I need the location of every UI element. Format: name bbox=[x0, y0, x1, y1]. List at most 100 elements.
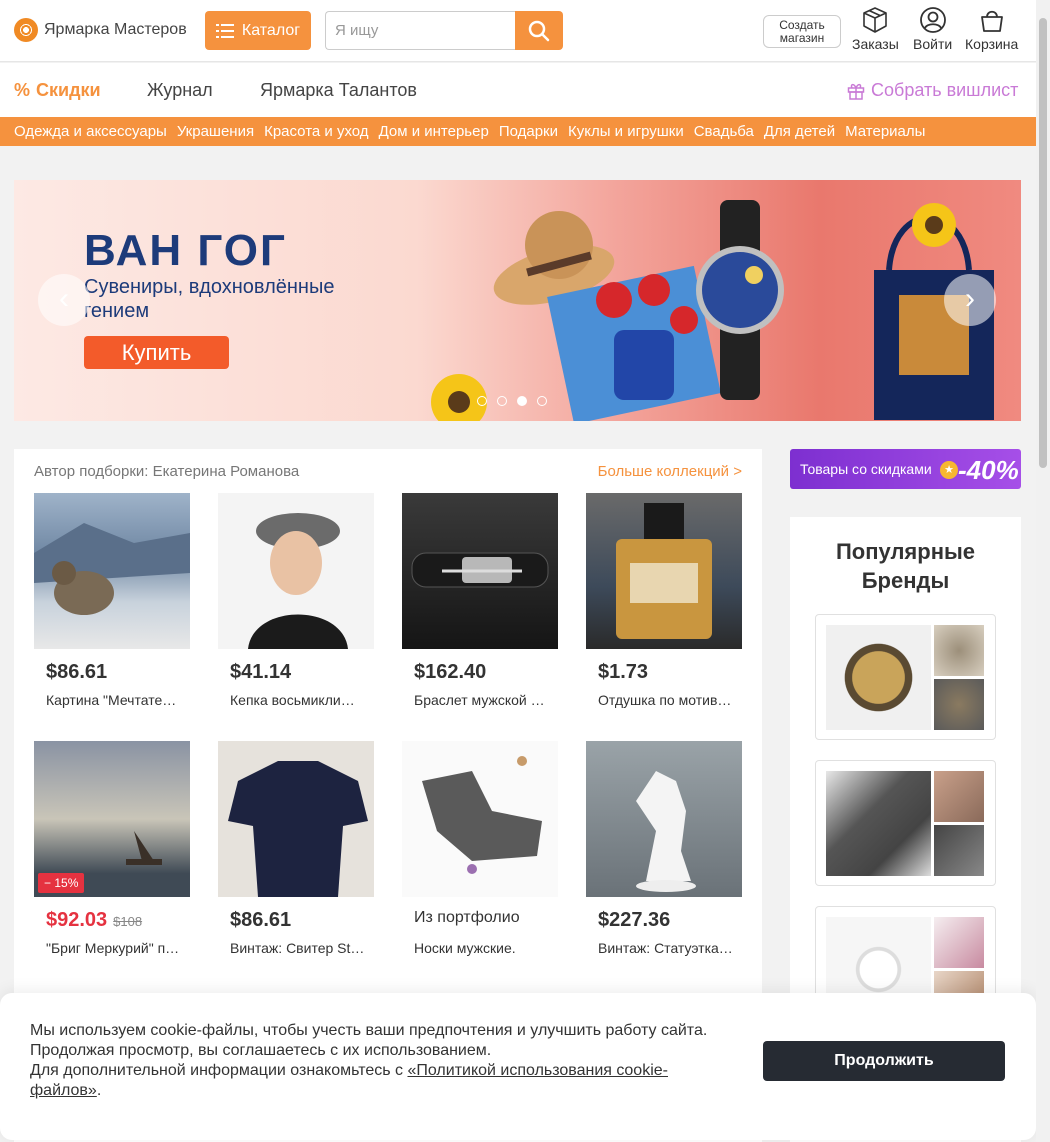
brand-image bbox=[826, 625, 931, 730]
brand-image bbox=[826, 771, 931, 876]
product-card[interactable]: Из портфолио Носки мужские. bbox=[402, 741, 558, 956]
product-card[interactable]: $41.14 Кепка восьмикли… bbox=[218, 493, 374, 708]
logo[interactable]: Ярмарка Мастеров bbox=[14, 18, 187, 42]
cookie-continue-button[interactable]: Продолжить bbox=[763, 1041, 1005, 1081]
banner-next-button[interactable]: › bbox=[944, 274, 996, 326]
nav-sale[interactable]: % Скидки bbox=[14, 80, 101, 101]
category-bar: Одежда и аксессуары Украшения Красота и … bbox=[0, 117, 1036, 146]
product-title[interactable]: Отдушка по мотив… bbox=[598, 692, 738, 708]
nav-sale-label: Скидки bbox=[36, 80, 101, 100]
main-nav: % Скидки Журнал Ярмарка Талантов Собрать… bbox=[0, 63, 1050, 117]
category-materials[interactable]: Материалы bbox=[845, 123, 925, 140]
product-image bbox=[218, 741, 374, 897]
login-label: Войти bbox=[913, 36, 953, 52]
brand-card[interactable] bbox=[815, 760, 996, 886]
catalog-button[interactable]: Каталог bbox=[205, 11, 311, 50]
product-title[interactable]: Кепка восьмикли… bbox=[230, 692, 370, 708]
sale-price: $92.03 bbox=[46, 909, 108, 931]
product-image bbox=[402, 741, 558, 897]
product-image: − 15% bbox=[34, 741, 190, 897]
scrollbar[interactable] bbox=[1036, 0, 1050, 1142]
cookie-banner: Мы используем cookie-файлы, чтобы учесть… bbox=[0, 993, 1036, 1140]
product-card[interactable]: $227.36 Винтаж: Статуэтка… bbox=[586, 741, 742, 956]
scrollbar-thumb[interactable] bbox=[1039, 18, 1047, 468]
nav-talents[interactable]: Ярмарка Талантов bbox=[260, 80, 417, 101]
product-price: $41.14 bbox=[230, 661, 292, 683]
brand-card[interactable] bbox=[815, 614, 996, 740]
category-kids[interactable]: Для детей bbox=[764, 123, 835, 140]
star-icon: ★ bbox=[940, 461, 958, 479]
banner-pagination bbox=[477, 396, 547, 406]
catalog-label: Каталог bbox=[241, 21, 301, 39]
logo-icon bbox=[14, 18, 38, 42]
search-bar bbox=[325, 11, 563, 50]
banner-dot[interactable] bbox=[497, 396, 507, 406]
site-header: Ярмарка Мастеров Каталог Создать магазин… bbox=[0, 0, 1050, 62]
discount-badge: − 15% bbox=[38, 873, 85, 893]
nav-journal[interactable]: Журнал bbox=[147, 80, 213, 101]
banner-dot-active[interactable] bbox=[517, 396, 527, 406]
category-gifts[interactable]: Подарки bbox=[499, 123, 558, 140]
wishlist-label: Собрать вишлист bbox=[871, 80, 1019, 100]
product-title[interactable]: Винтаж: Статуэтка… bbox=[598, 940, 738, 956]
orders-link[interactable]: Заказы bbox=[852, 6, 899, 52]
product-price: $86.61 bbox=[46, 661, 108, 683]
wishlist-link[interactable]: Собрать вишлист bbox=[847, 80, 1018, 101]
product-price: $162.40 bbox=[414, 661, 487, 683]
product-price: $92.03 $108 bbox=[46, 909, 142, 932]
product-card[interactable]: $86.61 Винтаж: Свитер St… bbox=[218, 741, 374, 956]
category-dolls[interactable]: Куклы и игрушки bbox=[568, 123, 684, 140]
category-beauty[interactable]: Красота и уход bbox=[264, 123, 368, 140]
user-icon bbox=[919, 7, 946, 33]
product-price: $1.73 bbox=[598, 661, 649, 683]
login-link[interactable]: Войти bbox=[913, 6, 952, 52]
product-title[interactable]: Винтаж: Свитер St… bbox=[230, 940, 370, 956]
cookie-text: Мы используем cookie-файлы, чтобы учесть… bbox=[30, 1022, 708, 1099]
more-collections-link[interactable]: Больше коллекций > bbox=[598, 463, 742, 480]
category-home[interactable]: Дом и интерьер bbox=[379, 123, 489, 140]
banner-buy-button[interactable]: Купить bbox=[84, 336, 229, 369]
search-icon bbox=[528, 20, 550, 41]
brand-image bbox=[934, 825, 984, 876]
brand-image bbox=[934, 625, 984, 676]
brand-image bbox=[934, 771, 984, 822]
popular-brands-title: Популярные Бренды bbox=[835, 539, 976, 593]
category-clothes[interactable]: Одежда и аксессуары bbox=[14, 123, 167, 140]
create-shop-button[interactable]: Создать магазин bbox=[763, 15, 841, 48]
promo-percent: -40% bbox=[958, 455, 1019, 485]
cookie-text-more: Для дополнительной информации ознакомьте… bbox=[30, 1062, 408, 1079]
category-jewelry[interactable]: Украшения bbox=[177, 123, 254, 140]
product-title[interactable]: Картина "Мечтате… bbox=[46, 692, 186, 708]
cart-link[interactable]: Корзина bbox=[965, 6, 1018, 52]
product-card[interactable]: $162.40 Браслет мужской … bbox=[402, 493, 558, 708]
product-card[interactable]: $1.73 Отдушка по мотив… bbox=[586, 493, 742, 708]
product-image bbox=[402, 493, 558, 649]
banner-title: ВАН ГОГ bbox=[84, 226, 287, 275]
collection-author: Автор подборки: Екатерина Романова bbox=[34, 463, 300, 480]
cookie-text-main: Мы используем cookie-файлы, чтобы учесть… bbox=[30, 1022, 708, 1059]
old-price: $108 bbox=[113, 914, 143, 929]
product-title[interactable]: Браслет мужской … bbox=[414, 692, 554, 708]
banner-subtitle: Сувениры, вдохновлённые гением bbox=[84, 276, 335, 322]
product-card[interactable]: − 15% $92.03 $108 "Бриг Меркурий" п… bbox=[34, 741, 190, 956]
hero-banner[interactable]: ВАН ГОГ Сувениры, вдохновлённые гением К… bbox=[14, 180, 1021, 421]
banner-dot[interactable] bbox=[537, 396, 547, 406]
orders-label: Заказы bbox=[852, 36, 899, 52]
product-card[interactable]: $86.61 Картина "Мечтате… bbox=[34, 493, 190, 708]
promo-text: Товары со скидками bbox=[800, 461, 932, 477]
banner-prev-button[interactable]: ‹ bbox=[38, 274, 90, 326]
percent-icon: % bbox=[14, 80, 31, 100]
product-image bbox=[586, 493, 742, 649]
product-title[interactable]: Носки мужские. bbox=[414, 940, 554, 956]
product-title[interactable]: "Бриг Меркурий" п… bbox=[46, 940, 186, 956]
create-shop-line2: магазин bbox=[779, 31, 825, 45]
search-input[interactable] bbox=[325, 11, 516, 50]
gift-icon bbox=[847, 83, 865, 100]
banner-dot[interactable] bbox=[477, 396, 487, 406]
logo-text: Ярмарка Мастеров bbox=[44, 21, 187, 38]
search-button[interactable] bbox=[515, 11, 563, 50]
portfolio-label: Из портфолио bbox=[414, 909, 520, 926]
discount-promo[interactable]: Товары со скидками ★ -40% bbox=[790, 449, 1021, 489]
product-image bbox=[218, 493, 374, 649]
category-wedding[interactable]: Свадьба bbox=[694, 123, 754, 140]
